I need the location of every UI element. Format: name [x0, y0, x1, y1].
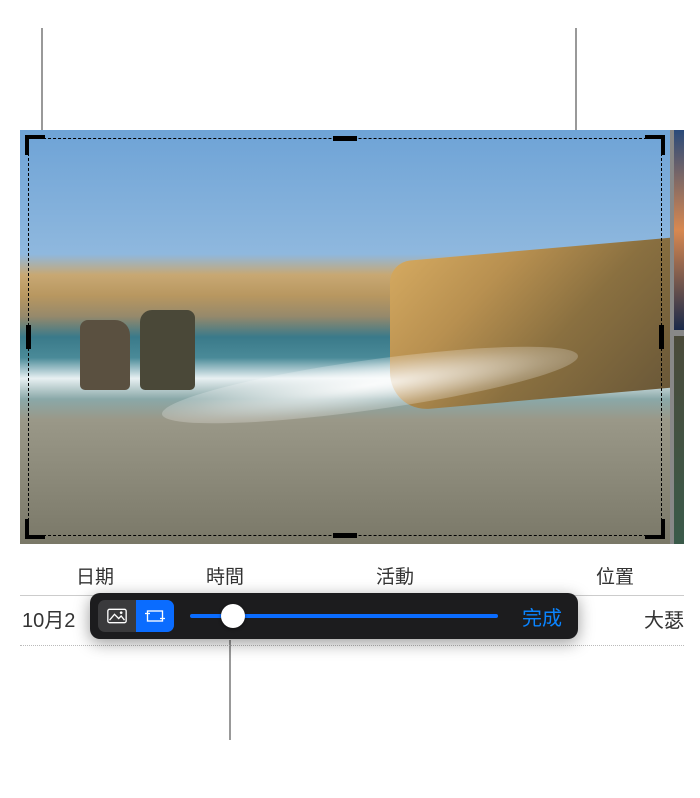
header-time: 時間 — [206, 562, 376, 589]
header-date: 日期 — [76, 562, 206, 589]
thumbnail-photo[interactable] — [674, 336, 684, 544]
header-place: 位置 — [596, 562, 684, 589]
crop-handle-top[interactable] — [333, 136, 357, 141]
zoom-slider[interactable] — [190, 600, 498, 632]
slider-thumb[interactable] — [221, 604, 245, 628]
mode-segmented-control — [98, 600, 174, 632]
thumbnail-photo[interactable] — [674, 130, 684, 330]
crop-handle-top-left[interactable] — [25, 135, 45, 155]
photo-icon — [107, 608, 127, 624]
crop-toolbar: 完成 — [90, 593, 578, 639]
crop-handle-top-right[interactable] — [645, 135, 665, 155]
photo-mode-button[interactable] — [98, 600, 136, 632]
crop-mode-button[interactable] — [136, 600, 174, 632]
main-photo[interactable] — [20, 130, 670, 544]
callout-line — [229, 640, 231, 740]
value-place[interactable]: 大瑟 — [644, 604, 684, 633]
crop-handle-bottom[interactable] — [333, 533, 357, 538]
crop-handle-bottom-right[interactable] — [645, 519, 665, 539]
done-button[interactable]: 完成 — [514, 598, 570, 635]
crop-handle-bottom-left[interactable] — [25, 519, 45, 539]
callout-line — [41, 28, 43, 134]
crop-icon — [145, 608, 165, 624]
photo-canvas — [20, 130, 684, 544]
crop-handle-left[interactable] — [26, 325, 31, 349]
crop-handle-right[interactable] — [659, 325, 664, 349]
header-event: 活動 — [376, 562, 596, 589]
